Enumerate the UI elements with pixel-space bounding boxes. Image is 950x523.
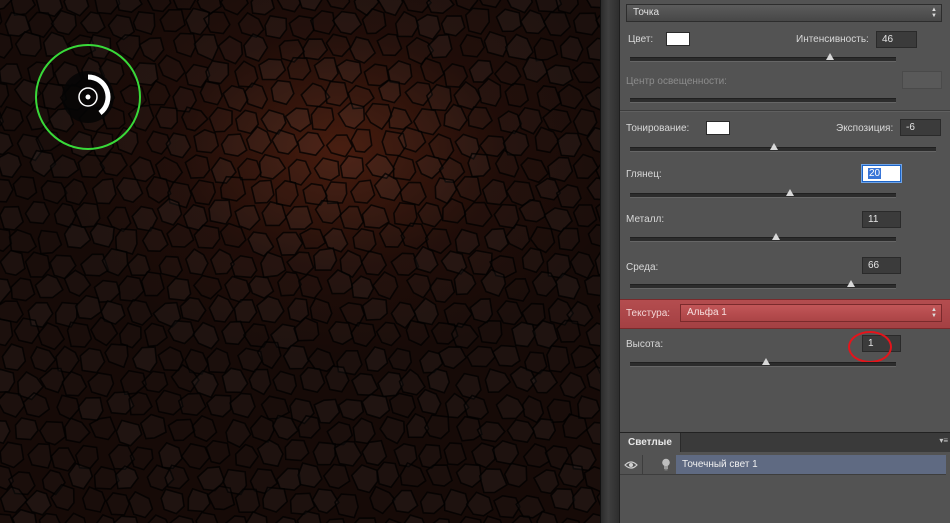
shine-value: 20 — [868, 168, 882, 179]
intensity-value: 46 — [882, 34, 894, 45]
height-slider-thumb[interactable] — [761, 358, 770, 365]
shine-input[interactable]: 20 — [862, 165, 901, 182]
dropdown-arrows-icon: ▲ ▼ — [931, 7, 937, 19]
ambience-value: 66 — [868, 260, 880, 271]
exposure-label: Экспозиция: — [836, 123, 894, 134]
texture-row-highlight: Текстура: Альфа 1 ▲ ▼ — [620, 299, 950, 329]
list-item[interactable]: Точечный свет 1 — [620, 455, 946, 475]
eye-icon[interactable] — [624, 460, 638, 470]
height-slider[interactable] — [630, 358, 896, 367]
light-bulb-icon — [662, 458, 670, 471]
light-type-dropdown[interactable]: Точка ▲ ▼ — [626, 4, 942, 22]
point-light-handle[interactable] — [34, 43, 142, 151]
exposure-value: -6 — [906, 122, 915, 133]
light-color-swatch[interactable] — [666, 32, 690, 46]
canvas-scrollbar[interactable] — [600, 0, 620, 523]
intensity-slider-thumb[interactable] — [825, 53, 834, 60]
annotation-circle — [848, 331, 892, 363]
light-type-value: Точка — [633, 7, 660, 18]
shine-label: Глянец: — [626, 169, 662, 180]
exposure-slider[interactable] — [630, 143, 936, 152]
ambience-input[interactable]: 66 — [862, 257, 901, 274]
shine-slider[interactable] — [630, 189, 896, 198]
dropdown-arrows-icon: ▲ ▼ — [931, 307, 937, 319]
metallic-slider[interactable] — [630, 233, 896, 242]
metallic-slider-thumb[interactable] — [772, 233, 781, 240]
ambience-slider-thumb[interactable] — [846, 280, 855, 287]
texture-channel-dropdown[interactable]: Альфа 1 ▲ ▼ — [680, 304, 942, 322]
texture-channel-value: Альфа 1 — [687, 307, 727, 318]
hotspot-field — [902, 71, 942, 89]
ambience-slider[interactable] — [630, 280, 896, 289]
metallic-value: 11 — [868, 214, 879, 225]
exposure-slider-thumb[interactable] — [769, 143, 778, 150]
metallic-label: Металл: — [626, 214, 665, 225]
texture-label: Текстура: — [626, 308, 671, 319]
visibility-toggle[interactable] — [620, 455, 643, 474]
metallic-input[interactable]: 11 — [862, 211, 901, 228]
lighting-preview-canvas[interactable] — [0, 0, 600, 523]
height-label: Высота: — [626, 339, 664, 350]
intensity-slider[interactable] — [630, 53, 896, 62]
tint-color-swatch[interactable] — [706, 121, 730, 135]
intensity-input[interactable]: 46 — [876, 31, 917, 48]
panel-menu-icon[interactable]: ▾≡ — [939, 436, 948, 445]
section-divider — [620, 110, 950, 112]
exposure-input[interactable]: -6 — [900, 119, 941, 136]
lights-list: Точечный свет 1 — [620, 452, 950, 523]
lighting-properties-panel: Точка ▲ ▼ Цвет: Интенсивность: 46 Центр о… — [620, 0, 950, 523]
hotspot-slider — [630, 98, 896, 103]
lights-panel-header: Светлые ▾≡ — [620, 432, 950, 453]
tab-lights[interactable]: Светлые — [620, 433, 681, 452]
intensity-label: Интенсивность: — [796, 34, 869, 45]
shine-slider-thumb[interactable] — [785, 189, 794, 196]
color-label: Цвет: — [628, 34, 654, 45]
hotspot-label: Центр освещенности: — [626, 76, 727, 87]
ambience-label: Среда: — [626, 262, 659, 273]
light-name[interactable]: Точечный свет 1 — [676, 455, 946, 474]
tint-label: Тонирование: — [626, 123, 690, 134]
